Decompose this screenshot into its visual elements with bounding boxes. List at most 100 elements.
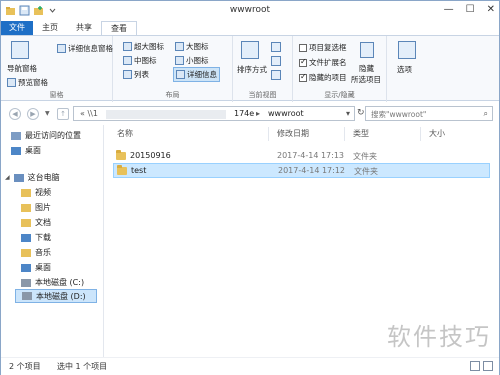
- title-bar: wwwroot — ☐ ✕: [1, 1, 499, 21]
- pictures-folder-icon: [21, 203, 31, 212]
- file-modified: 2017-4-14 17:12: [278, 166, 345, 175]
- layout-details[interactable]: 详细信息: [173, 67, 220, 82]
- layout-extra-large-label: 超大图标: [134, 42, 164, 51]
- address-separator-icon: ▸: [256, 109, 261, 118]
- nav-drive-d[interactable]: 本地磁盘 (D:): [15, 289, 97, 303]
- nav-downloads-label: 下载: [35, 233, 51, 242]
- options-group: 选项: [387, 36, 427, 102]
- large-icons-toggle-icon[interactable]: [483, 361, 493, 371]
- videos-folder-icon: [21, 188, 31, 197]
- nav-videos[interactable]: 视频: [21, 187, 51, 198]
- small-icons-icon: [175, 56, 184, 65]
- file-row[interactable]: 20150916 2017-4-14 17:13 文件夹: [113, 149, 490, 164]
- layout-extra-large-icons[interactable]: 超大图标: [123, 41, 164, 52]
- layout-details-label: 详细信息: [187, 70, 217, 79]
- window-title: wwwroot: [229, 5, 271, 15]
- layout-small-label: 小图标: [186, 56, 209, 65]
- drive-c-icon: [21, 278, 31, 287]
- explorer-window: wwwroot — ☐ ✕ 文件 主页 共享 查看 导航窗格 预览窗格 详细信息…: [0, 0, 500, 375]
- sort-by-button[interactable]: 排序方式: [237, 64, 267, 75]
- address-current-folder[interactable]: wwwroot: [268, 109, 304, 118]
- nav-pictures-label: 图片: [35, 203, 51, 212]
- hidden-items-toggle[interactable]: 隐藏的项目: [299, 72, 347, 83]
- nav-music[interactable]: 音乐: [21, 247, 51, 258]
- nav-this-pc-label: 这台电脑: [27, 173, 60, 182]
- nav-documents-label: 文档: [35, 218, 51, 227]
- tab-file[interactable]: 文件: [1, 21, 33, 35]
- file-extensions-toggle[interactable]: 文件扩展名: [299, 57, 347, 68]
- layout-small-icons[interactable]: 小图标: [175, 55, 209, 66]
- large-icons-icon: [175, 42, 184, 51]
- column-header-size[interactable]: 大小: [421, 127, 485, 141]
- status-bar: 2 个项目 选中 1 个项目: [1, 357, 499, 375]
- file-row-selected[interactable]: test 2017-4-14 17:12 文件夹: [113, 163, 490, 178]
- preview-pane-button[interactable]: 预览窗格: [7, 77, 48, 88]
- nav-pictures[interactable]: 图片: [21, 202, 51, 213]
- back-button[interactable]: ◀: [9, 108, 21, 120]
- medium-icons-icon: [123, 56, 132, 65]
- close-button[interactable]: ✕: [487, 4, 495, 15]
- address-path-segment[interactable]: 174e: [234, 109, 254, 118]
- details-pane-label: 详细信息窗格: [68, 44, 113, 53]
- address-path-redacted: [106, 110, 226, 119]
- address-bar[interactable]: « \\1 174e ▸ wwwroot ▾: [73, 106, 355, 121]
- details-pane-button[interactable]: 详细信息窗格: [57, 43, 113, 54]
- column-header-modified[interactable]: 修改日期: [269, 127, 345, 141]
- hide-selected-icon: [360, 42, 374, 58]
- layout-list[interactable]: 列表: [123, 69, 149, 80]
- minimize-button[interactable]: —: [444, 4, 454, 15]
- item-checkboxes-checkbox[interactable]: [299, 43, 307, 52]
- nav-pane-icon: [11, 41, 29, 59]
- expand-this-pc-icon[interactable]: ◢: [5, 174, 10, 181]
- nav-desktop[interactable]: 桌面: [21, 262, 51, 273]
- options-button[interactable]: 选项: [397, 64, 412, 75]
- hidden-items-label: 隐藏的项目: [309, 73, 347, 82]
- item-checkboxes-toggle[interactable]: 项目复选框: [299, 42, 347, 53]
- address-row: ◀ ▶ ▼ ↑ « \\1 174e ▸ wwwroot ▾ ↻ 搜索"wwwr…: [1, 102, 499, 124]
- options-icon: [398, 41, 416, 59]
- recent-locations-dropdown[interactable]: ▼: [45, 110, 50, 117]
- nav-recent-places[interactable]: 最近访问的位置: [11, 130, 81, 141]
- panes-group: 导航窗格 预览窗格 详细信息窗格 窗格: [1, 36, 113, 102]
- group-by-icon[interactable]: [271, 42, 281, 52]
- file-extensions-checkbox[interactable]: [299, 57, 307, 67]
- layout-medium-label: 中图标: [134, 56, 157, 65]
- column-header-type[interactable]: 类型: [345, 127, 421, 141]
- hidden-items-checkbox[interactable]: [299, 72, 307, 82]
- hide-selected-label-2: 所选项目: [351, 75, 381, 84]
- panes-group-label: 窗格: [49, 91, 64, 99]
- nav-pane-button[interactable]: 导航窗格: [7, 63, 37, 74]
- nav-downloads[interactable]: 下载: [21, 232, 51, 243]
- details-view-toggle-icon[interactable]: [470, 361, 480, 371]
- music-folder-icon: [21, 248, 31, 257]
- extra-large-icons-icon: [123, 42, 132, 51]
- refresh-icon[interactable]: ↻: [357, 108, 365, 118]
- size-columns-icon[interactable]: [271, 70, 281, 80]
- search-icon[interactable]: ⌕: [484, 109, 488, 119]
- layout-large-icons[interactable]: 大图标: [175, 41, 209, 52]
- nav-desktop-top-label: 桌面: [25, 146, 41, 155]
- file-type: 文件夹: [353, 152, 377, 161]
- search-box[interactable]: 搜索"wwwroot" ⌕: [365, 106, 493, 121]
- status-selected-count: 选中 1 个项目: [57, 362, 108, 371]
- up-button[interactable]: ↑: [57, 108, 69, 120]
- tab-share[interactable]: 共享: [67, 21, 101, 35]
- hide-selected-button[interactable]: 隐藏: [359, 63, 374, 74]
- maximize-button[interactable]: ☐: [466, 4, 475, 15]
- nav-this-pc[interactable]: ◢ 这台电脑: [5, 172, 60, 183]
- address-dropdown-icon[interactable]: ▾: [346, 109, 350, 118]
- add-columns-icon[interactable]: [271, 56, 281, 66]
- nav-desktop-top[interactable]: 桌面: [11, 145, 41, 156]
- preview-pane-label: 预览窗格: [18, 78, 48, 87]
- tab-home[interactable]: 主页: [33, 21, 67, 35]
- nav-documents[interactable]: 文档: [21, 217, 51, 228]
- show-hide-group-label: 显示/隐藏: [324, 91, 355, 99]
- tab-view[interactable]: 查看: [101, 21, 137, 35]
- column-header-name[interactable]: 名称: [109, 127, 269, 141]
- list-view-icon: [123, 70, 132, 79]
- nav-recent-places-label: 最近访问的位置: [25, 131, 81, 140]
- layout-medium-icons[interactable]: 中图标: [123, 55, 157, 66]
- nav-drive-c[interactable]: 本地磁盘 (C:): [21, 277, 84, 288]
- layout-group-label: 布局: [165, 91, 180, 99]
- forward-button[interactable]: ▶: [27, 108, 39, 120]
